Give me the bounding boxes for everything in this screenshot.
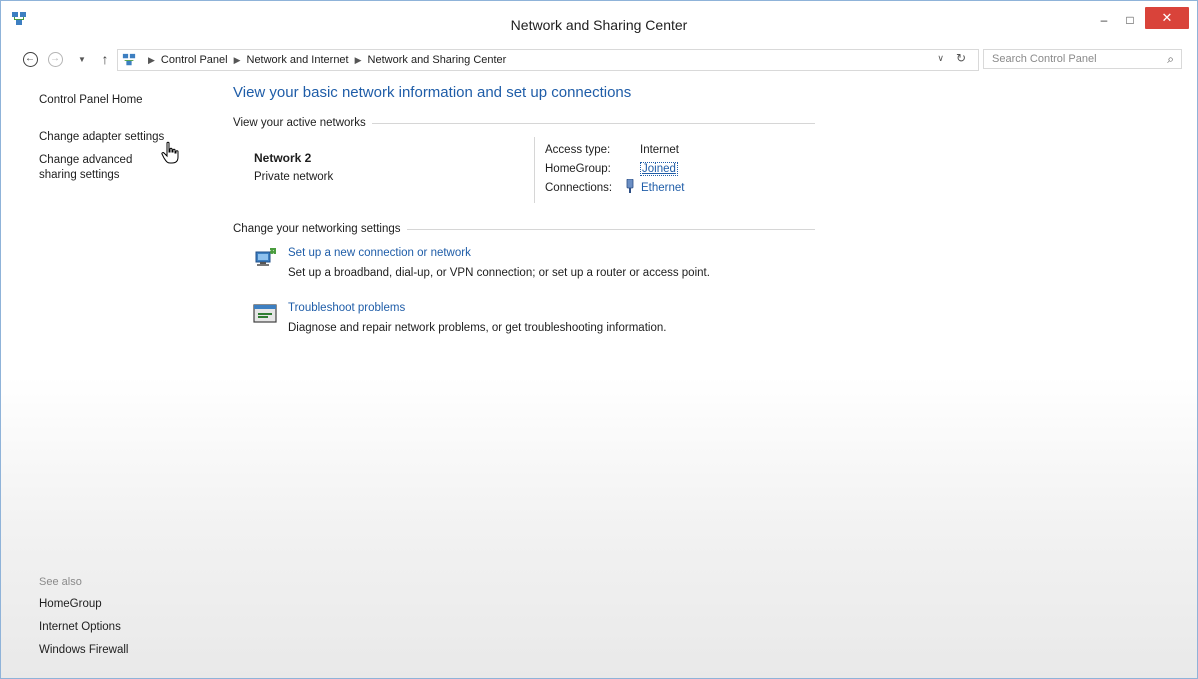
breadcrumb-control-panel[interactable]: Control Panel bbox=[161, 54, 228, 66]
change-settings-header: Change your networking settings bbox=[233, 223, 815, 235]
maximize-button[interactable]: □ bbox=[1117, 9, 1143, 30]
breadcrumb-network-and-sharing-center[interactable]: Network and Sharing Center bbox=[368, 54, 507, 66]
refresh-icon[interactable]: ↻ bbox=[956, 51, 966, 65]
up-arrow-icon: ↑ bbox=[101, 51, 109, 67]
access-type-value: Internet bbox=[640, 144, 679, 156]
search-input[interactable]: Search Control Panel ⌕ bbox=[983, 49, 1182, 69]
ethernet-icon bbox=[626, 179, 634, 193]
section-divider bbox=[371, 122, 815, 124]
search-icon[interactable]: ⌕ bbox=[1167, 52, 1174, 67]
search-placeholder: Search Control Panel bbox=[992, 53, 1097, 65]
address-bar[interactable]: ▶ Control Panel ▶ Network and Internet ▶… bbox=[117, 49, 979, 71]
active-networks-header: View your active networks bbox=[233, 117, 815, 129]
forward-arrow-icon: → bbox=[47, 51, 63, 67]
setup-new-connection-link[interactable]: Set up a new connection or network bbox=[288, 247, 471, 259]
ethernet-connection-link[interactable]: Ethernet bbox=[641, 182, 684, 194]
windows-firewall-link[interactable]: Windows Firewall bbox=[39, 644, 128, 656]
network-details-divider bbox=[534, 137, 535, 203]
title-bar[interactable]: Network and Sharing Center – □ ✕ bbox=[1, 1, 1197, 39]
chevron-down-icon: ▼ bbox=[78, 54, 86, 64]
access-type-label: Access type: bbox=[545, 144, 611, 156]
internet-options-link[interactable]: Internet Options bbox=[39, 621, 121, 633]
back-button[interactable]: ← bbox=[21, 50, 39, 68]
up-button[interactable]: ↑ bbox=[96, 50, 114, 68]
change-settings-header-text: Change your networking settings bbox=[233, 223, 401, 235]
back-arrow-icon: ← bbox=[22, 51, 38, 67]
recent-locations-button[interactable]: ▼ bbox=[73, 50, 91, 68]
homegroup-link[interactable]: HomeGroup bbox=[39, 598, 102, 610]
page-title: View your basic network information and … bbox=[233, 84, 632, 101]
close-button[interactable]: ✕ bbox=[1145, 7, 1189, 29]
setup-new-connection-description: Set up a broadband, dial-up, or VPN conn… bbox=[288, 267, 710, 279]
address-dropdown-icon[interactable]: ∨ bbox=[937, 53, 944, 64]
troubleshoot-problems-description: Diagnose and repair network problems, or… bbox=[288, 322, 667, 334]
window-title: Network and Sharing Center bbox=[510, 17, 688, 33]
chevron-right-icon: ▶ bbox=[148, 54, 155, 65]
change-advanced-sharing-settings-link[interactable]: Change advanced sharing settings bbox=[39, 153, 169, 183]
active-networks-header-text: View your active networks bbox=[233, 117, 366, 129]
control-panel-home-link[interactable]: Control Panel Home bbox=[39, 94, 143, 106]
connections-label: Connections: bbox=[545, 182, 613, 194]
forward-button[interactable]: → bbox=[46, 50, 64, 68]
hand-cursor-icon bbox=[161, 141, 179, 164]
chevron-right-icon: ▶ bbox=[354, 54, 362, 65]
window: Network and Sharing Center – □ ✕ ← → ▼ ↑… bbox=[0, 0, 1198, 679]
chevron-right-icon: ▶ bbox=[233, 54, 241, 65]
new-connection-icon bbox=[255, 248, 276, 266]
change-adapter-settings-link[interactable]: Change adapter settings bbox=[39, 131, 164, 143]
content-area: Control Panel Home Change adapter settin… bbox=[1, 75, 1197, 678]
troubleshoot-icon bbox=[253, 304, 277, 323]
control-panel-icon bbox=[122, 53, 136, 66]
see-also-heading: See also bbox=[39, 576, 82, 588]
network-type: Private network bbox=[254, 171, 334, 183]
network-name: Network 2 bbox=[254, 151, 312, 165]
address-row: ← → ▼ ↑ ▶ Control Panel ▶ Network and In… bbox=[1, 47, 1197, 73]
troubleshoot-problems-link[interactable]: Troubleshoot problems bbox=[288, 302, 405, 314]
breadcrumb-network-and-internet[interactable]: Network and Internet bbox=[247, 54, 349, 66]
section-divider bbox=[406, 228, 815, 230]
minimize-button[interactable]: – bbox=[1091, 9, 1117, 30]
homegroup-label: HomeGroup: bbox=[545, 163, 611, 175]
homegroup-joined-link[interactable]: Joined bbox=[640, 162, 678, 176]
homegroup-value: Joined bbox=[640, 162, 678, 176]
